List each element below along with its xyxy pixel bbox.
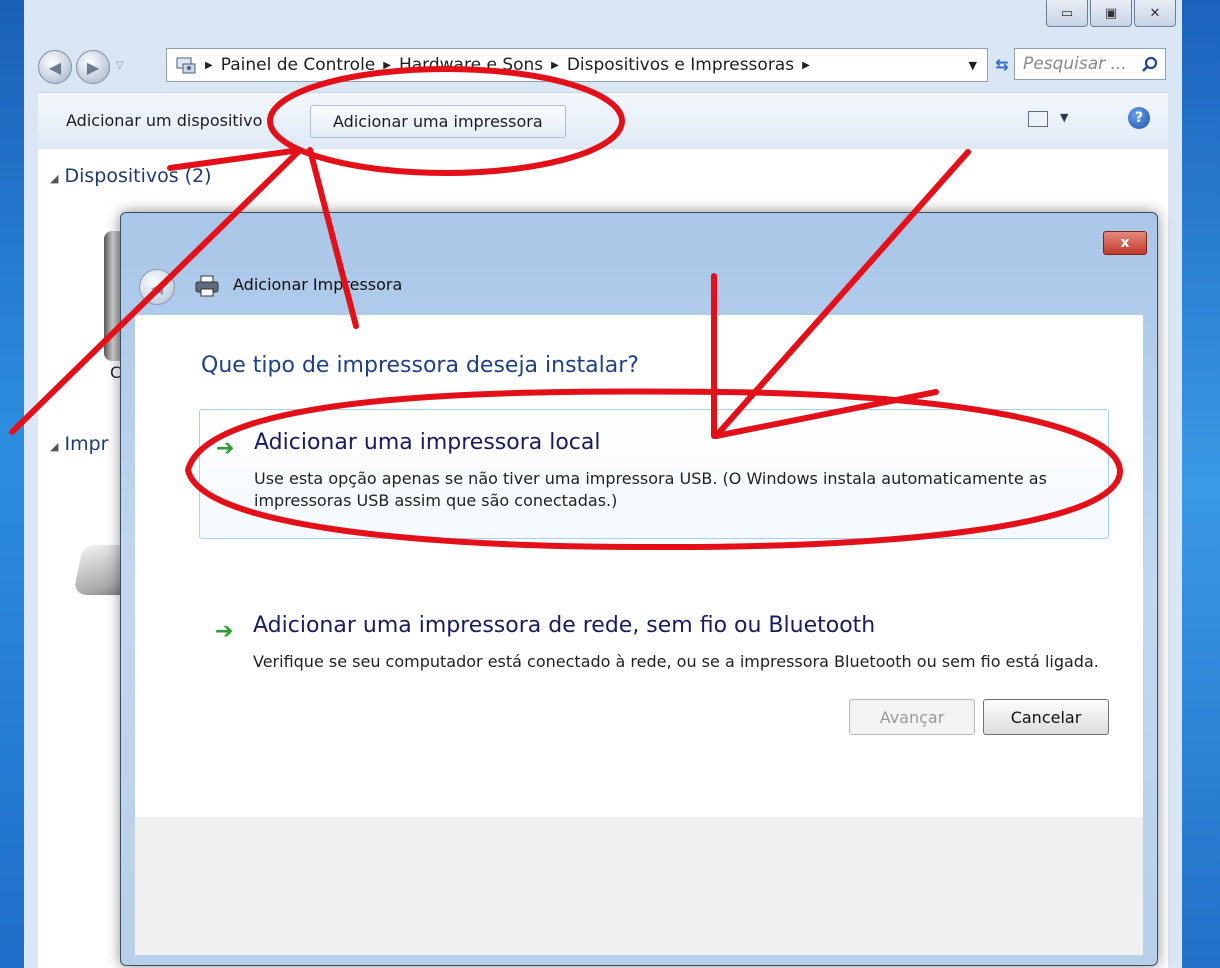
collapse-triangle-icon: ◢: [50, 440, 59, 453]
close-icon: ✕: [1149, 5, 1161, 21]
address-dropdown-icon[interactable]: ▼: [969, 59, 977, 72]
dialog-title: Adicionar Impressora: [233, 275, 403, 294]
chevron-down-icon: ▽: [116, 60, 124, 71]
forward-arrow-icon: ▶: [86, 57, 100, 77]
cancel-button[interactable]: Cancelar: [983, 699, 1109, 735]
search-icon[interactable]: [1141, 56, 1159, 74]
minimize-icon: ▭: [1060, 5, 1074, 21]
group-header-devices-label: Dispositivos (2): [64, 165, 212, 187]
add-printer-button[interactable]: Adicionar uma impressora: [310, 105, 566, 138]
option-local-printer[interactable]: ➔ Adicionar uma impressora local Use est…: [199, 409, 1109, 539]
back-arrow-icon: ◀: [48, 57, 62, 77]
option-local-printer-title: Adicionar uma impressora local: [254, 430, 601, 455]
green-arrow-icon: ➔: [216, 436, 235, 461]
help-icon[interactable]: ?: [1128, 107, 1150, 129]
option-network-printer[interactable]: ➔ Adicionar uma impressora de rede, sem …: [199, 593, 1109, 713]
control-panel-icon: [176, 57, 196, 74]
breadcrumb-item-devices-printers[interactable]: Dispositivos e Impressoras: [567, 55, 794, 75]
breadcrumb-separator-icon: ▶: [551, 59, 559, 71]
recent-pages-dropdown[interactable]: ▽: [116, 60, 124, 71]
search-placeholder: Pesquisar ...: [1023, 54, 1127, 74]
green-arrow-icon: ➔: [215, 619, 234, 644]
option-network-printer-description: Verifique se seu computador está conecta…: [253, 652, 1099, 671]
back-button[interactable]: ◀: [38, 50, 72, 84]
collapse-triangle-icon: ◢: [50, 172, 59, 185]
minimize-button[interactable]: ▭: [1046, 0, 1088, 27]
breadcrumb-item-hardware-sound[interactable]: Hardware e Sons: [399, 55, 543, 75]
desktop-left-edge: [0, 0, 24, 968]
desktop-right-edge: [1182, 0, 1220, 968]
close-icon: x: [1120, 235, 1130, 251]
add-device-button[interactable]: Adicionar um dispositivo: [58, 107, 270, 134]
group-header-printers[interactable]: ◢ Impr: [50, 433, 108, 455]
dialog-footer: [135, 817, 1143, 955]
dialog-question: Que tipo de impressora deseja instalar?: [201, 353, 639, 378]
dialog-close-button[interactable]: x: [1103, 231, 1147, 255]
command-toolbar: Adicionar um dispositivo Adicionar uma i…: [38, 92, 1168, 150]
close-window-button[interactable]: ✕: [1134, 0, 1176, 27]
dialog-back-button[interactable]: ◀: [139, 269, 175, 305]
back-arrow-icon: ◀: [150, 277, 164, 297]
group-header-devices[interactable]: ◢ Dispositivos (2): [50, 165, 212, 187]
printer-icon: [195, 275, 219, 297]
address-bar[interactable]: ▶ Painel de Controle ▶ Hardware e Sons ▶…: [166, 48, 988, 82]
add-printer-dialog: x ◀ Adicionar Impressora Que tipo de imp…: [120, 212, 1158, 966]
maximize-icon: ▣: [1104, 5, 1118, 21]
maximize-button[interactable]: ▣: [1090, 0, 1132, 27]
view-dropdown-icon[interactable]: ▼: [1060, 111, 1068, 124]
breadcrumb-separator-icon: ▶: [802, 59, 810, 71]
option-local-printer-description: Use esta opção apenas se não tiver uma i…: [254, 469, 1047, 510]
breadcrumb-separator-icon: ▶: [383, 59, 391, 71]
group-header-printers-label: Impr: [64, 433, 109, 455]
breadcrumb-separator-icon: ▶: [205, 59, 213, 71]
window-controls: ▭ ▣ ✕: [1046, 0, 1176, 27]
next-button[interactable]: Avançar: [849, 699, 975, 735]
view-options-icon[interactable]: [1028, 111, 1048, 127]
refresh-button[interactable]: ⇆: [992, 48, 1012, 80]
option-network-printer-title: Adicionar uma impressora de rede, sem fi…: [253, 613, 876, 638]
search-input[interactable]: Pesquisar ...: [1014, 48, 1166, 80]
navigation-bar: ◀ ▶ ▽ ▶ Painel de Controle ▶ Hardware e …: [38, 38, 1168, 90]
breadcrumb-item-control-panel[interactable]: Painel de Controle: [221, 55, 376, 75]
forward-button[interactable]: ▶: [76, 50, 110, 84]
refresh-icon: ⇆: [995, 54, 1009, 74]
dialog-body: [135, 315, 1143, 817]
